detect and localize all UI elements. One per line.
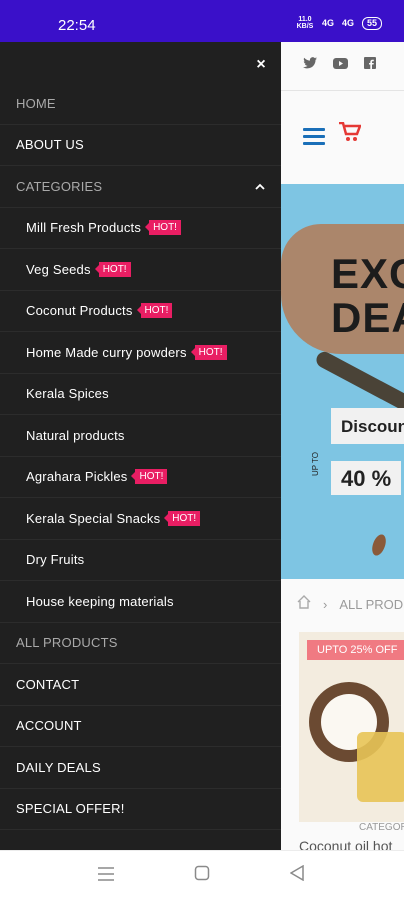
menu-item-label: CATEGORIES [16,178,103,194]
drawer-menu: HOME ABOUT US CATEGORIES Mill Fresh Prod… [0,83,281,830]
hot-badge: HOT! [145,220,181,236]
status-time: 22:54 [58,17,96,34]
menu-item-all-products[interactable]: ALL PRODUCTS [0,623,281,664]
home-icon[interactable] [297,594,311,614]
system-nav-bar [0,850,404,900]
submenu-item-mill-fresh-products[interactable]: Mill Fresh Products HOT! [0,208,281,249]
hero-title: EXC DEA [331,250,404,341]
submenu-item-label: Natural products [26,427,125,443]
category-label: CATEGOR [359,822,404,833]
facebook-icon[interactable] [364,56,376,72]
back-icon[interactable] [289,864,304,886]
battery-icon: 55 [361,16,382,30]
menu-item-label: ACCOUNT [16,718,82,734]
navigation-drawer: × HOME ABOUT US CATEGORIES Mill Fresh Pr… [0,42,281,850]
status-bar: 22:54 11.0 KB/S 4G 4G 55 [0,0,404,42]
submenu-item-kerala-spices[interactable]: Kerala Spices [0,374,281,415]
menu-item-categories[interactable]: CATEGORIES [0,166,281,208]
submenu-item-label: Dry Fruits [26,552,85,568]
breadcrumb-current[interactable]: ALL PROD [339,597,403,612]
menu-item-special-offer[interactable]: SPECIAL OFFER! [0,789,281,830]
submenu-item-label: Kerala Special Snacks [26,510,161,526]
breadcrumb: › ALL PROD [281,579,404,629]
background-page: EXC DEA Discoun UP TO 40 % › ALL PROD UP… [281,42,404,850]
hero-banner[interactable]: EXC DEA Discoun UP TO 40 % [281,184,404,579]
menu-item-label: DAILY DEALS [16,759,101,775]
menu-item-label: ALL PRODUCTS [16,635,118,651]
hot-badge: HOT! [164,510,201,526]
close-icon[interactable]: × [250,54,272,76]
menu-item-label: HOME [16,95,56,111]
menu-item-label: CONTACT [16,676,80,692]
submenu-item-dry-fruits[interactable]: Dry Fruits [0,540,281,581]
submenu-item-label: Kerala Spices [26,386,109,402]
twitter-icon[interactable] [303,56,317,72]
product-name[interactable]: Coconut oil hot [299,838,392,850]
submenu-item-label: Coconut Products [26,303,133,319]
submenu-item-label: Veg Seeds [26,261,91,277]
menu-item-account[interactable]: ACCOUNT [0,706,281,747]
seed-decoration [369,532,389,558]
menu-item-contact[interactable]: CONTACT [0,664,281,706]
recent-apps-icon[interactable] [98,865,114,886]
menu-item-about-us[interactable]: ABOUT US [0,125,281,166]
hot-badge: HOT! [190,344,227,360]
product-card[interactable]: UPTO 25% OFF [299,632,404,822]
submenu-item-house-keeping-materials[interactable]: House keeping materials [0,581,281,623]
menu-item-label: SPECIAL OFFER! [16,801,125,817]
submenu-item-kerala-special-snacks[interactable]: Kerala Special Snacks HOT! [0,498,281,540]
submenu-item-agrahara-pickles[interactable]: Agrahara Pickles HOT! [0,457,281,498]
youtube-icon[interactable] [333,56,348,72]
upto-label: UP TO [311,451,320,476]
oil-jar-image [357,732,404,802]
status-icons: 11.0 KB/S 4G 4G 55 [296,16,382,30]
hot-badge: HOT! [131,469,168,485]
submenu-item-label: Mill Fresh Products [26,220,142,236]
breadcrumb-separator: › [323,596,328,612]
discount-box: Discoun [331,408,404,444]
signal-2-icon: 4G [341,17,354,28]
hamburger-icon[interactable] [303,128,325,145]
cart-icon[interactable] [339,121,362,148]
submenu-item-label: Agrahara Pickles [26,469,128,485]
signal-1-icon: 4G [321,17,334,28]
hot-badge: HOT! [136,303,173,319]
percent-box: 40 % [331,461,401,495]
menu-item-label: ABOUT US [16,137,84,153]
vanilla-pod [313,349,404,415]
submenu-item-home-made-curry-powders[interactable]: Home Made curry powders HOT! [0,332,281,374]
social-row [303,56,376,72]
chevron-up-icon[interactable] [255,179,265,193]
network-speed: 11.0 KB/S [296,16,314,30]
hot-badge: HOT! [94,261,131,277]
header-divider [281,90,404,91]
submenu-item-label: House keeping materials [26,593,174,609]
submenu-item-veg-seeds[interactable]: Veg Seeds HOT! [0,249,281,291]
home-button-icon[interactable] [194,865,210,886]
submenu-item-label: Home Made curry powders [26,344,187,360]
menu-item-home[interactable]: HOME [0,83,281,125]
discount-badge: UPTO 25% OFF [307,640,404,660]
submenu-item-coconut-products[interactable]: Coconut Products HOT! [0,291,281,332]
menu-item-daily-deals[interactable]: DAILY DEALS [0,747,281,789]
submenu-item-natural-products[interactable]: Natural products [0,415,281,457]
